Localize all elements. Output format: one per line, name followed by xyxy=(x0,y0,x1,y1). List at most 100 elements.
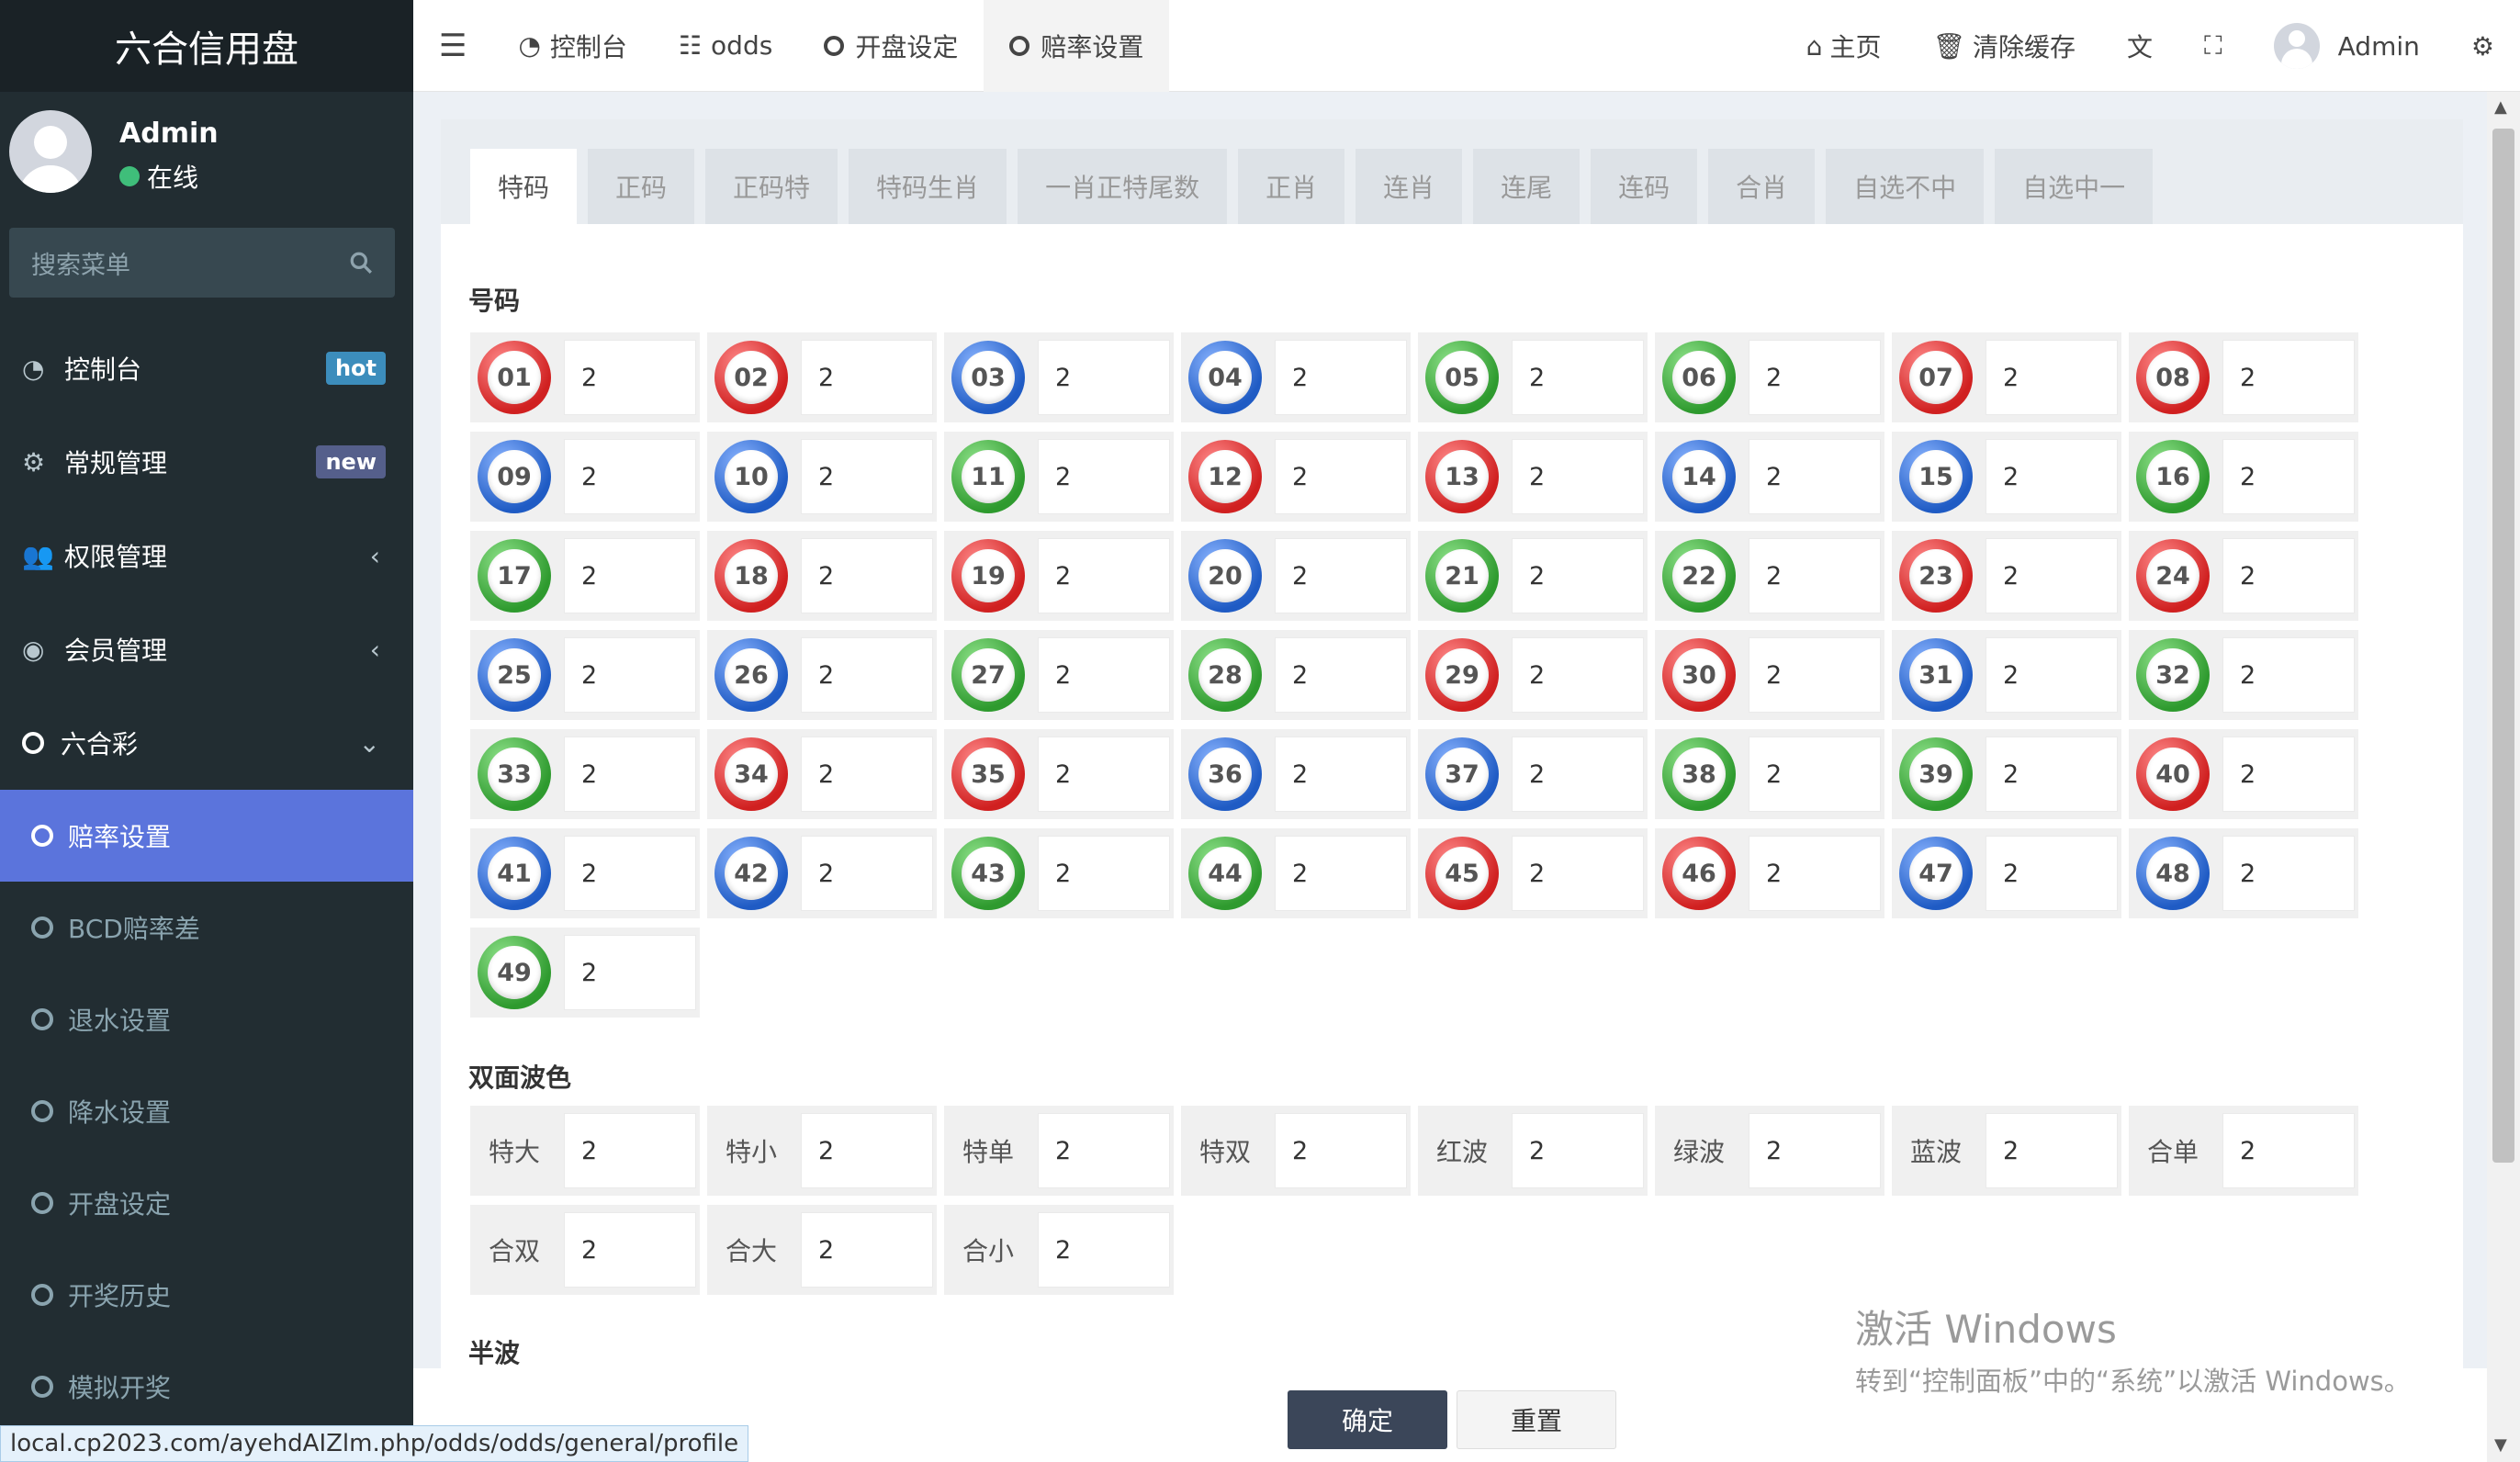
translate-button[interactable]: 文 xyxy=(2101,0,2178,92)
search-icon[interactable] xyxy=(349,251,373,275)
odds-input[interactable]: 2 xyxy=(2222,637,2355,713)
tab-open-settings[interactable]: 开盘设定 xyxy=(798,0,984,92)
odds-input[interactable]: 2 xyxy=(1038,439,1170,514)
sidebar-item-lottery[interactable]: 六合彩 ⌄ xyxy=(0,696,413,790)
confirm-button[interactable]: 确定 xyxy=(1288,1390,1447,1449)
odds-input[interactable]: 2 xyxy=(801,836,933,911)
odds-input[interactable]: 2 xyxy=(1275,737,1407,812)
sidebar-item-general[interactable]: ⚙ 常规管理 new xyxy=(0,415,413,509)
odds-input[interactable]: 2 xyxy=(1275,1113,1407,1188)
odds-input[interactable]: 2 xyxy=(1275,340,1407,415)
odds-input[interactable]: 2 xyxy=(1986,1113,2118,1188)
odds-input[interactable]: 2 xyxy=(564,1212,696,1288)
tab-pick-hit[interactable]: 自选中一 xyxy=(1995,149,2154,224)
odds-input[interactable]: 2 xyxy=(1749,737,1881,812)
brand-title[interactable]: 六合信用盘 xyxy=(0,0,413,92)
odds-input[interactable]: 2 xyxy=(1749,340,1881,415)
odds-input[interactable]: 2 xyxy=(1512,340,1644,415)
odds-input[interactable]: 2 xyxy=(1749,1113,1881,1188)
scrollbar[interactable]: ▲ ▼ xyxy=(2487,92,2520,1462)
odds-input[interactable]: 2 xyxy=(2222,340,2355,415)
scroll-thumb[interactable] xyxy=(2492,129,2514,1163)
odds-input[interactable]: 2 xyxy=(1512,836,1644,911)
tab-special-zodiac[interactable]: 特码生肖 xyxy=(849,149,1007,224)
sidebar-item-history[interactable]: 开奖历史 xyxy=(0,1249,413,1341)
odds-input[interactable]: 2 xyxy=(1986,538,2118,613)
odds-input[interactable]: 2 xyxy=(1038,340,1170,415)
odds-input[interactable]: 2 xyxy=(564,737,696,812)
odds-input[interactable]: 2 xyxy=(1038,1113,1170,1188)
odds-input[interactable]: 2 xyxy=(801,1212,933,1288)
translate-icon[interactable]: 文 xyxy=(2127,28,2153,64)
odds-input[interactable]: 2 xyxy=(564,538,696,613)
tab-linked-tail[interactable]: 连尾 xyxy=(1473,149,1581,224)
scroll-down-icon[interactable]: ▼ xyxy=(2494,1435,2507,1455)
search-input[interactable]: 搜索菜单 xyxy=(9,228,395,298)
odds-input[interactable]: 2 xyxy=(801,340,933,415)
odds-input[interactable]: 2 xyxy=(1749,637,1881,713)
fullscreen-button[interactable]: ⛶ xyxy=(2178,0,2248,92)
odds-input[interactable]: 2 xyxy=(801,737,933,812)
sidebar-item-simulate[interactable]: 模拟开奖 xyxy=(0,1341,413,1433)
scroll-up-icon[interactable]: ▲ xyxy=(2494,97,2507,117)
odds-input[interactable]: 2 xyxy=(564,439,696,514)
odds-input[interactable]: 2 xyxy=(2222,439,2355,514)
tab-combined-zodiac[interactable]: 合肖 xyxy=(1708,149,1816,224)
home-link[interactable]: ⌂ 主页 xyxy=(1781,0,1907,92)
odds-input[interactable]: 2 xyxy=(1986,637,2118,713)
odds-input[interactable]: 2 xyxy=(1986,836,2118,911)
odds-input[interactable]: 2 xyxy=(564,637,696,713)
odds-input[interactable]: 2 xyxy=(801,1113,933,1188)
sidebar-item-odds-settings[interactable]: 赔率设置 xyxy=(0,790,413,882)
gears-icon[interactable]: ⚙ xyxy=(2471,31,2494,62)
clear-cache-button[interactable]: 🗑 清除缓存 xyxy=(1907,0,2101,92)
sidebar-item-bcd-diff[interactable]: BCD赔率差 xyxy=(0,882,413,973)
odds-input[interactable]: 2 xyxy=(564,340,696,415)
user-menu[interactable]: Admin xyxy=(2248,0,2446,92)
odds-input[interactable]: 2 xyxy=(1986,439,2118,514)
odds-input[interactable]: 2 xyxy=(2222,737,2355,812)
tab-regular-special[interactable]: 正码特 xyxy=(705,149,838,224)
tab-pick-miss[interactable]: 自选不中 xyxy=(1826,149,1985,224)
sidebar-item-rebate[interactable]: 退水设置 xyxy=(0,973,413,1065)
odds-input[interactable]: 2 xyxy=(1749,538,1881,613)
odds-input[interactable]: 2 xyxy=(1038,637,1170,713)
tab-odds-settings[interactable]: 赔率设置 xyxy=(984,0,1170,92)
tab-odds[interactable]: ☷ odds xyxy=(653,0,798,92)
odds-input[interactable]: 2 xyxy=(564,935,696,1010)
odds-input[interactable]: 2 xyxy=(1275,538,1407,613)
settings-button[interactable]: ⚙ xyxy=(2446,0,2520,92)
fullscreen-icon[interactable]: ⛶ xyxy=(2204,30,2222,62)
odds-input[interactable]: 2 xyxy=(1038,538,1170,613)
odds-input[interactable]: 2 xyxy=(2222,1113,2355,1188)
sidebar-item-members[interactable]: ◉ 会员管理 ‹ xyxy=(0,602,413,696)
odds-input[interactable]: 2 xyxy=(801,538,933,613)
menu-toggle[interactable]: ☰ xyxy=(413,0,492,92)
reset-button[interactable]: 重置 xyxy=(1457,1390,1616,1449)
odds-input[interactable]: 2 xyxy=(801,637,933,713)
tab-regular-code[interactable]: 正码 xyxy=(588,149,695,224)
odds-input[interactable]: 2 xyxy=(564,1113,696,1188)
tab-zodiac-tail[interactable]: 一肖正特尾数 xyxy=(1018,149,1228,224)
odds-input[interactable]: 2 xyxy=(1038,836,1170,911)
tab-linked-zodiac[interactable]: 连肖 xyxy=(1356,149,1463,224)
tab-regular-zodiac[interactable]: 正肖 xyxy=(1238,149,1345,224)
odds-input[interactable]: 2 xyxy=(1275,637,1407,713)
odds-input[interactable]: 2 xyxy=(801,439,933,514)
odds-input[interactable]: 2 xyxy=(1986,737,2118,812)
odds-input[interactable]: 2 xyxy=(1038,1212,1170,1288)
tab-linked-code[interactable]: 连码 xyxy=(1591,149,1698,224)
odds-input[interactable]: 2 xyxy=(2222,538,2355,613)
sidebar-item-open-settings[interactable]: 开盘设定 xyxy=(0,1157,413,1249)
odds-input[interactable]: 2 xyxy=(1512,1113,1644,1188)
odds-input[interactable]: 2 xyxy=(1749,836,1881,911)
odds-input[interactable]: 2 xyxy=(2222,836,2355,911)
hamburger-icon[interactable]: ☰ xyxy=(439,28,467,64)
odds-input[interactable]: 2 xyxy=(1986,340,2118,415)
odds-input[interactable]: 2 xyxy=(1512,439,1644,514)
odds-input[interactable]: 2 xyxy=(1749,439,1881,514)
odds-input[interactable]: 2 xyxy=(1275,836,1407,911)
tab-dashboard[interactable]: ◔ 控制台 xyxy=(492,0,652,92)
odds-input[interactable]: 2 xyxy=(1512,538,1644,613)
sidebar-item-dashboard[interactable]: ◔ 控制台 hot xyxy=(0,321,413,415)
